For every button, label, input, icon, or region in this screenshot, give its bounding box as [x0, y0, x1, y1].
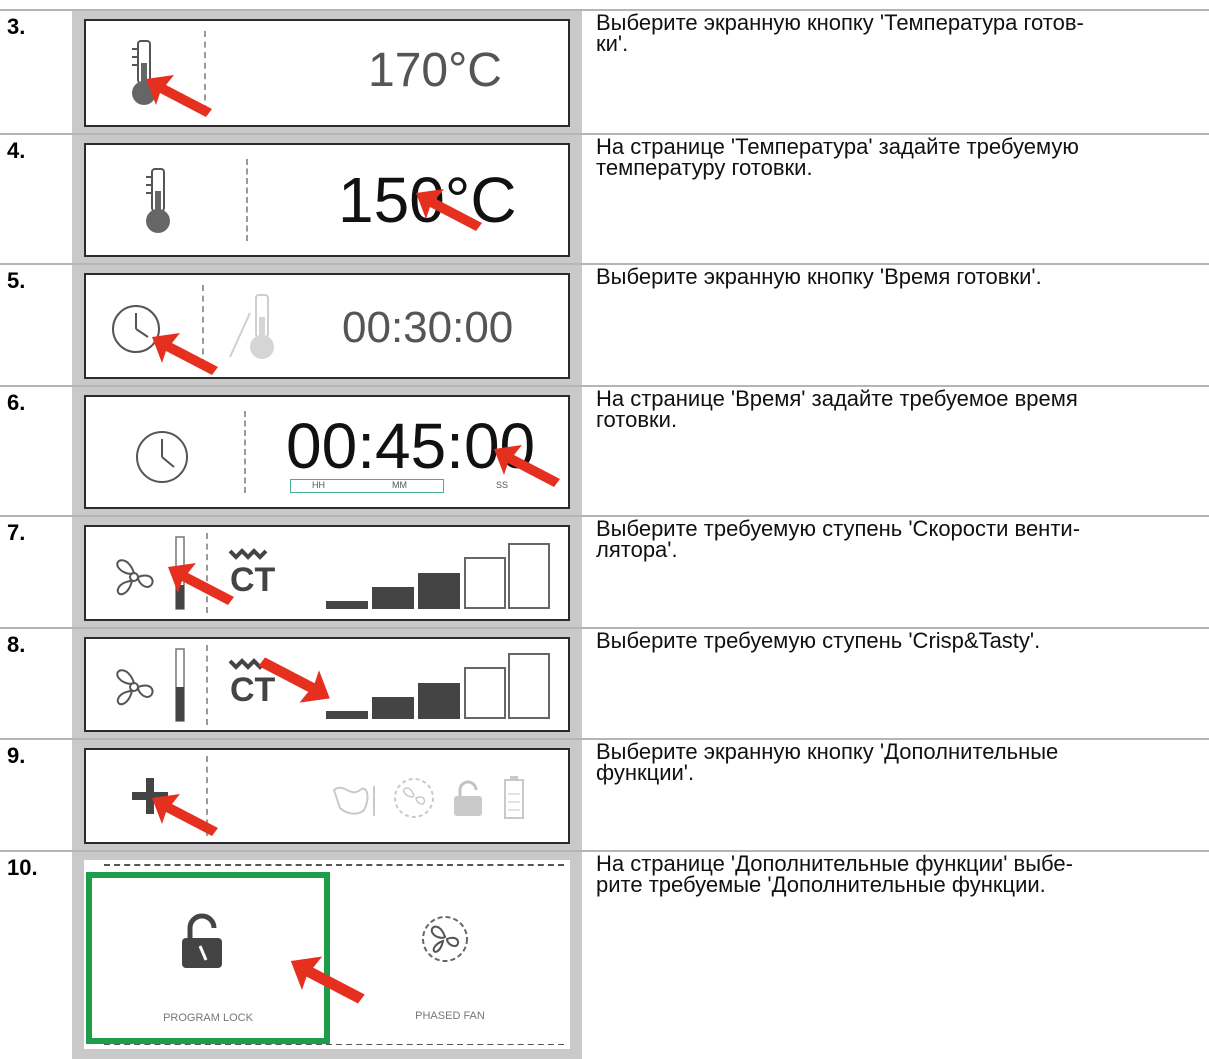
step-8: 8. CT Выберите требуемую ступень 'Crisp&… [0, 629, 1209, 738]
step-description: Выберите экранную кнопку 'Дополнительные… [596, 739, 1059, 785]
bar-level-indicator [326, 647, 552, 719]
step-description: Выберите экранную кнопку 'Температура го… [596, 10, 1084, 56]
arrow-pointer-icon [290, 956, 365, 1004]
fan-icon [116, 559, 154, 596]
step-number: 7. [7, 520, 26, 545]
divider [206, 645, 208, 725]
display-screen: 150°C [84, 143, 570, 257]
divider [246, 159, 248, 241]
thermometer-icon [146, 168, 170, 233]
display-screen: CT [84, 525, 570, 621]
step-number: 9. [7, 743, 26, 768]
screen-panel [72, 740, 582, 850]
screen-panel: 00:45:00 HH MM SS [72, 387, 582, 515]
step-description: На странице 'Время' задайте требуемое вр… [596, 386, 1078, 432]
screen-panel: 00:30:00 [72, 265, 582, 385]
display-screen: 00:45:00 HH MM SS [84, 395, 570, 509]
level-bar-4 [464, 667, 506, 719]
display-screen: 00:30:00 [84, 273, 570, 379]
top-dashed-border [104, 864, 564, 866]
step-3: 3. 170°C Выберите экранную кнопку 'Темпе… [0, 11, 1209, 133]
level-bar-5 [508, 543, 550, 609]
bar-level-indicator [326, 537, 552, 609]
step-6: 6. 00:45:00 HH MM SS На странице 'Время'… [0, 387, 1209, 515]
arrow-pointer-icon [168, 563, 234, 605]
display-screen: 170°C [84, 19, 570, 127]
arrow-pointer-icon [152, 333, 218, 375]
step-description: Выберите требуемую ступень 'Скорости вен… [596, 516, 1081, 562]
step-number: 4. [7, 138, 26, 163]
time-value: 00:30:00 [342, 303, 514, 352]
option-label: PROGRAM LOCK [163, 1012, 253, 1024]
steam-icon [332, 786, 375, 816]
phased-fan-icon [422, 916, 468, 962]
step-number: 6. [7, 390, 26, 415]
display-screen: CT [84, 637, 570, 732]
clock-icon [136, 431, 188, 483]
screen-panel: 150°C [72, 135, 582, 263]
step-9: 9. Выберите экранную кнопку 'Дополнитель… [0, 740, 1209, 850]
arrow-pointer-icon [494, 445, 560, 487]
hours-label: HH [312, 480, 325, 490]
minutes-label: MM [392, 480, 407, 490]
screen-panel: PROGRAM LOCK PHASED FAN [72, 852, 582, 1059]
battery-icon [504, 776, 524, 819]
display-screen: PROGRAM LOCK PHASED FAN [84, 860, 570, 1049]
step-number: 10. [7, 855, 38, 880]
thermometer-icon [229, 294, 274, 359]
step-description: На странице 'Дополнительные функции' выб… [596, 851, 1073, 897]
level-bar-2 [372, 697, 414, 719]
step-10: 10. PROGRAM LOCK PHASED FAN На странице … [0, 852, 1209, 1059]
option-label: PHASED FAN [415, 1010, 485, 1022]
step-description: Выберите экранную кнопку 'Время готовки'… [596, 264, 1042, 289]
temperature-value: 170°C [368, 44, 502, 97]
level-bar-3 [418, 683, 460, 719]
level-bar-1 [326, 711, 368, 719]
lock-icon [454, 780, 482, 816]
level-bar-3 [418, 573, 460, 609]
step-description: На странице 'Температура' задайте требуе… [596, 134, 1079, 180]
arrow-pointer-icon [416, 189, 482, 231]
step-5: 5. 00:30:00 Выберите экранную кнопку 'Вр… [0, 265, 1209, 385]
step-number: 5. [7, 268, 26, 293]
level-bar-5 [508, 653, 550, 719]
arrow-pointer-icon [146, 75, 212, 117]
step-7: 7. CT Выберите требуемую ступень 'Скорос… [0, 517, 1209, 627]
fan-icon [116, 669, 154, 706]
step-number: 8. [7, 632, 26, 657]
screen-panel: CT [72, 629, 582, 738]
level-bar-2 [372, 587, 414, 609]
screen-panel: 170°C [72, 11, 582, 133]
step-description: Выберите требуемую ступень 'Crisp&Tasty'… [596, 628, 1041, 653]
divider [244, 411, 246, 493]
lock-icon [182, 913, 222, 968]
step-4: 4. 150°C На странице 'Температура' задай… [0, 135, 1209, 263]
phased-fan-icon [394, 778, 434, 818]
fan-speed-indicator-icon [175, 648, 185, 722]
step-number: 3. [7, 14, 26, 39]
display-screen [84, 748, 570, 844]
arrow-pointer-icon [152, 794, 218, 836]
level-bar-4 [464, 557, 506, 609]
screen-panel: CT [72, 517, 582, 627]
level-bar-1 [326, 601, 368, 609]
arrow-pointer-icon [258, 657, 330, 703]
